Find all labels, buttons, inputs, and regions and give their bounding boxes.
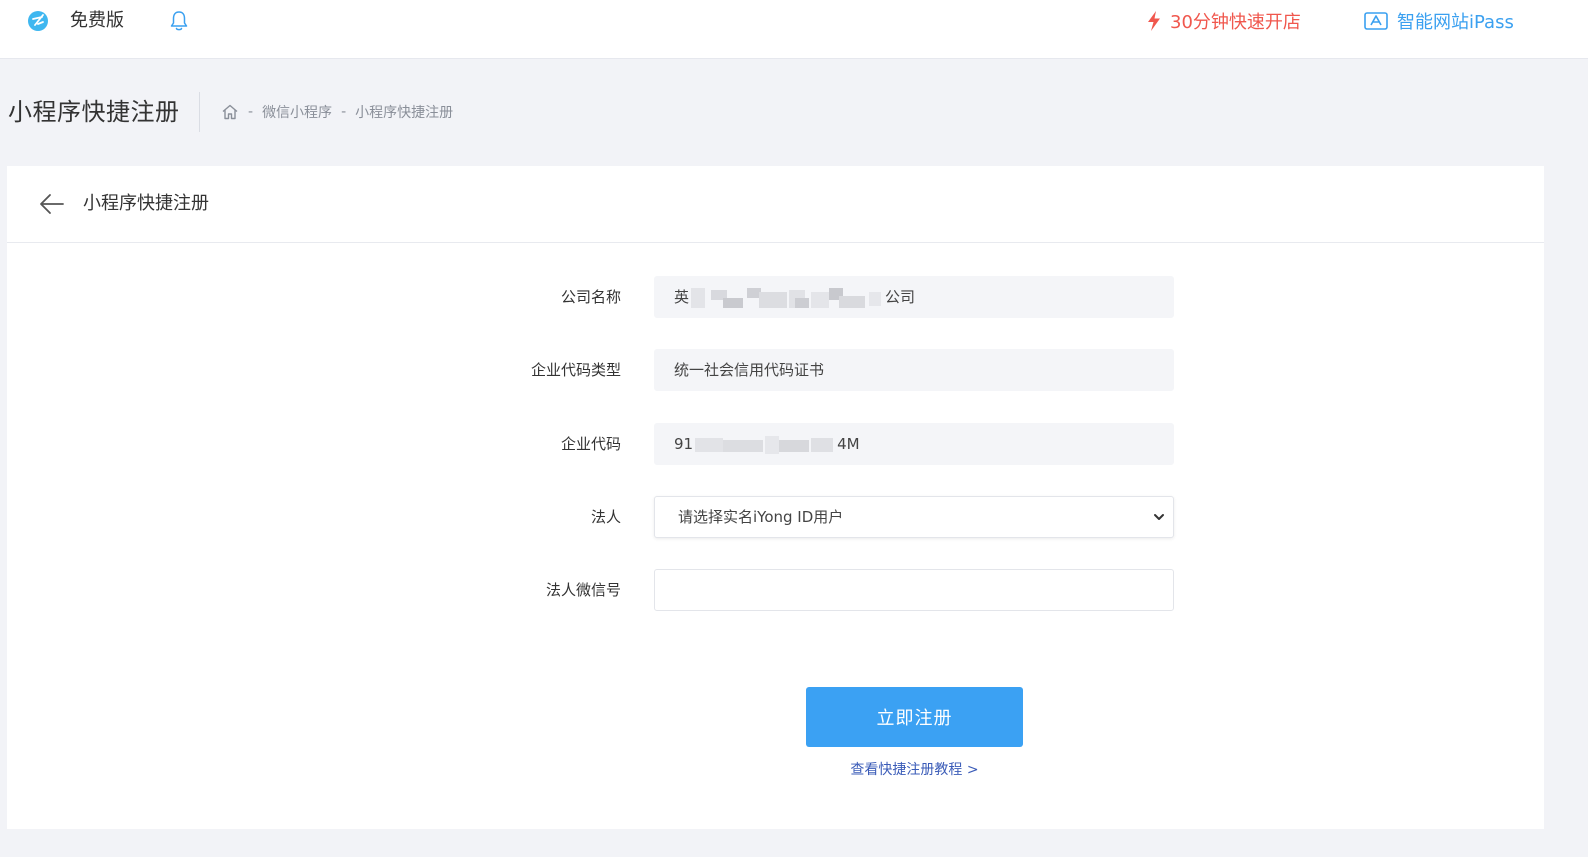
logo-icon[interactable]	[27, 10, 49, 32]
form-row-enterprise-code: 企业代码 91 4M	[7, 423, 1544, 465]
home-icon[interactable]	[221, 103, 239, 121]
page-title: 小程序快捷注册	[8, 98, 180, 126]
legal-person-label: 法人	[590, 508, 621, 526]
tutorial-link[interactable]: 查看快捷注册教程 >	[806, 759, 1023, 779]
breadcrumb: - 微信小程序 - 小程序快捷注册	[221, 101, 453, 123]
lightning-icon	[1148, 11, 1160, 31]
redacted-mosaic	[695, 435, 834, 454]
legal-person-select[interactable]: 请选择实名iYong ID用户	[654, 496, 1174, 538]
bell-icon[interactable]	[169, 10, 189, 32]
legal-wechat-input[interactable]	[654, 569, 1174, 611]
card-header: 小程序快捷注册	[7, 166, 1544, 243]
ipass-link[interactable]: 智能网站iPass	[1364, 10, 1514, 33]
breadcrumb-item-wechat-miniprogram[interactable]: 微信小程序	[262, 102, 332, 122]
company-name-field: 英 公司	[654, 276, 1174, 318]
back-arrow-icon[interactable]	[39, 192, 65, 216]
card-title: 小程序快捷注册	[83, 193, 209, 214]
edition-label: 免费版	[70, 10, 124, 31]
legal-person-selected-value: 请选择实名iYong ID用户	[678, 508, 844, 526]
breadcrumb-item-current: 小程序快捷注册	[355, 105, 454, 121]
title-divider	[199, 92, 200, 132]
breadcrumb-separator: -	[341, 104, 347, 120]
form-row-legal-wechat: 法人微信号	[7, 569, 1544, 611]
enterprise-code-value-prefix: 91	[674, 435, 694, 453]
register-button[interactable]: 立即注册	[806, 687, 1023, 747]
code-type-label: 企业代码类型	[530, 361, 621, 379]
form-row-legal-person: 法人 请选择实名iYong ID用户	[7, 496, 1544, 538]
company-name-value-prefix: 英	[674, 288, 690, 306]
redacted-mosaic	[691, 287, 882, 308]
ipass-label: 智能网站iPass	[1397, 12, 1514, 33]
ipass-icon	[1364, 12, 1388, 30]
breadcrumb-separator: -	[248, 104, 254, 120]
company-name-value-suffix: 公司	[885, 288, 916, 306]
quick-open-label: 30分钟快速开店	[1170, 12, 1301, 33]
form-row-company-name: 公司名称 英 公司	[7, 276, 1544, 318]
top-bar: 免费版 30分钟快速开店 智能网站iPass	[0, 0, 1588, 59]
company-name-label: 公司名称	[560, 288, 621, 306]
enterprise-code-value-suffix: 4M	[837, 435, 860, 453]
legal-wechat-label: 法人微信号	[545, 581, 621, 599]
chevron-down-icon	[1154, 514, 1164, 520]
form-row-code-type: 企业代码类型 统一社会信用代码证书	[7, 349, 1544, 391]
registration-card: 小程序快捷注册 公司名称 英 公司 企业代码类型 统一社会信用代码证书 企业代码…	[7, 166, 1544, 829]
code-type-field: 统一社会信用代码证书	[654, 349, 1174, 391]
quick-open-link[interactable]: 30分钟快速开店	[1146, 10, 1301, 33]
enterprise-code-field: 91 4M	[654, 423, 1174, 465]
enterprise-code-label: 企业代码	[560, 435, 621, 453]
